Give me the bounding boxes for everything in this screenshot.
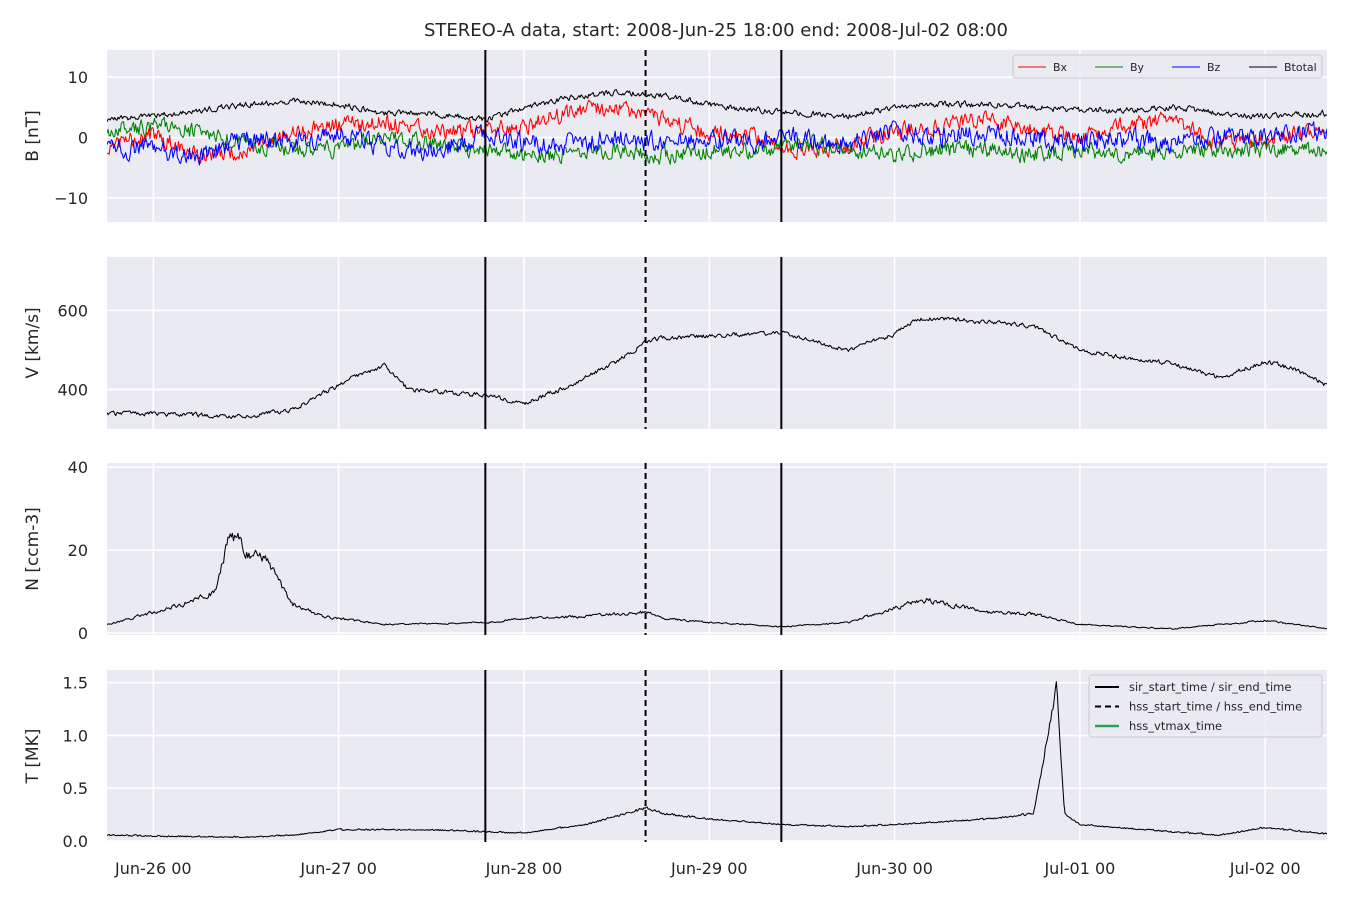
y-tick-label: 40	[68, 458, 88, 477]
panel-2: 400 600 V [km/s]	[23, 257, 1327, 429]
legend-label: Bx	[1053, 61, 1068, 74]
chart-title: STEREO-A data, start: 2008-Jun-25 18:00 …	[424, 20, 1008, 41]
x-tick-label: Jun-29 00	[670, 859, 748, 878]
y-tick-label: 0	[78, 129, 88, 148]
series-legend: Bx By Bz Btotal	[1012, 54, 1323, 79]
y-tick-label: 20	[68, 541, 88, 560]
x-tick-label: Jun-27 00	[299, 859, 377, 878]
legend-label: Bz	[1207, 61, 1221, 74]
x-tick-label: Jun-26 00	[114, 859, 192, 878]
x-tick-label: Jul-01 00	[1043, 859, 1115, 878]
y-axis-label: N [ccm-3]	[23, 507, 43, 591]
legend-label: hss_start_time / hss_end_time	[1129, 700, 1302, 714]
plot-area	[107, 463, 1327, 635]
y-tick-label: −10	[54, 189, 88, 208]
panel-3: 0 20 40 N [ccm-3]	[23, 458, 1327, 643]
panel-1: −10 0 10 B [nT] Bx By Bz Btotal	[23, 50, 1327, 222]
y-tick-label: 400	[57, 380, 88, 399]
y-tick-label: 10	[68, 68, 88, 87]
y-tick-label: 1.0	[63, 726, 88, 745]
y-axis-label: V [km/s]	[23, 307, 43, 378]
x-tick-label: Jun-30 00	[855, 859, 933, 878]
x-tick-label: Jul-02 00	[1229, 859, 1301, 878]
legend-label: sir_start_time / sir_end_time	[1129, 680, 1291, 694]
y-axis-label: T [MK]	[23, 729, 43, 785]
figure: STEREO-A data, start: 2008-Jun-25 18:00 …	[0, 0, 1350, 900]
y-tick-label: 600	[57, 301, 88, 320]
legend-label: Btotal	[1284, 61, 1317, 74]
y-tick-label: 0.5	[63, 779, 88, 798]
plot-area	[107, 257, 1327, 429]
y-tick-label: 0.0	[63, 832, 88, 851]
x-tick-label: Jun-28 00	[485, 859, 563, 878]
y-tick-label: 0	[78, 624, 88, 643]
event-legend: sir_start_time / sir_end_time hss_start_t…	[1088, 674, 1323, 738]
legend-label: By	[1130, 61, 1145, 74]
y-axis-label: B [nT]	[23, 110, 43, 162]
legend-label: hss_vtmax_time	[1129, 719, 1222, 733]
y-tick-label: 1.5	[63, 674, 88, 693]
